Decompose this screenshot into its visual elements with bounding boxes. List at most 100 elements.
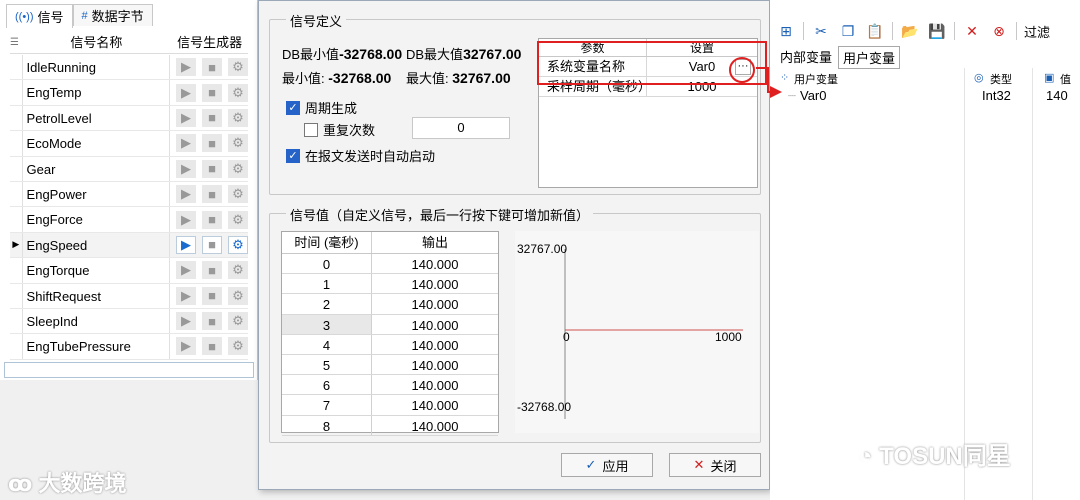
column-signal-name[interactable]: 信号名称 [22, 32, 172, 53]
output-cell[interactable]: 140.000 [372, 294, 498, 313]
add-variable-icon[interactable]: ⊞ [776, 21, 796, 41]
output-cell[interactable]: 140.000 [372, 395, 498, 414]
filter-label[interactable]: 过滤 [1024, 22, 1050, 41]
time-cell[interactable]: 8 [282, 415, 372, 435]
stop-icon[interactable]: ■ [202, 337, 222, 356]
stop-icon[interactable]: ■ [202, 134, 222, 153]
output-cell[interactable]: 140.000 [372, 274, 498, 293]
output-cell[interactable]: 140.000 [372, 355, 498, 374]
autostart-checkbox[interactable]: ✓ 在报文发送时自动启动 [286, 146, 435, 165]
copy-icon[interactable]: ❐ [838, 21, 858, 41]
gear-icon[interactable]: ⚙ [228, 210, 248, 229]
delete-icon[interactable]: ✕ [962, 21, 982, 41]
play-icon[interactable]: ▶ [176, 108, 196, 127]
close-button[interactable]: ✕ 关闭 [669, 453, 761, 477]
value-row[interactable]: 2 140.000 [282, 294, 498, 315]
stop-icon[interactable]: ■ [202, 210, 222, 229]
stop-icon[interactable]: ■ [202, 235, 222, 254]
gear-icon[interactable]: ⚙ [228, 312, 248, 331]
gear-icon[interactable]: ⚙ [228, 235, 248, 254]
gear-icon[interactable]: ⚙ [228, 58, 248, 77]
signal-row[interactable]: EngTorque ▶ ■ ⚙ [10, 258, 248, 284]
time-cell[interactable]: 1 [282, 274, 372, 294]
apply-button[interactable]: ✓ 应用 [561, 453, 653, 477]
value-row[interactable]: 6 140.000 [282, 375, 498, 396]
value-row[interactable]: 7 140.000 [282, 395, 498, 416]
signal-row[interactable]: EngForce ▶ ■ ⚙ [10, 207, 248, 233]
stop-icon[interactable]: ■ [202, 108, 222, 127]
horizontal-scrollbar[interactable] [4, 362, 254, 378]
value-row[interactable]: 1 140.000 [282, 274, 498, 295]
paste-icon[interactable]: 📋 [865, 21, 885, 41]
tab-signal[interactable]: ((•)) 信号 [6, 4, 73, 28]
export-icon[interactable]: 💾 [927, 21, 947, 41]
stop-icon[interactable]: ■ [202, 83, 222, 102]
gear-icon[interactable]: ⚙ [228, 261, 248, 280]
variable-row[interactable]: ┈ Var0 Int32 140 [778, 88, 1078, 106]
output-cell[interactable]: 140.000 [372, 335, 498, 354]
time-cell[interactable]: 3 [282, 314, 372, 334]
play-icon[interactable]: ▶ [176, 134, 196, 153]
column-generator[interactable]: 信号生成器 [171, 32, 248, 53]
signal-row[interactable]: EngTemp ▶ ■ ⚙ [10, 80, 248, 106]
tab-user-variables[interactable]: 用户变量 [838, 46, 901, 69]
gear-icon[interactable]: ⚙ [228, 286, 248, 305]
gear-icon[interactable]: ⚙ [228, 185, 248, 204]
value-row[interactable]: 4 140.000 [282, 334, 498, 355]
stop-icon[interactable]: ■ [202, 58, 222, 77]
import-icon[interactable]: 📂 [900, 21, 920, 41]
value-row[interactable]: 0 140.000 [282, 254, 498, 275]
signal-row[interactable]: EngPower ▶ ■ ⚙ [10, 181, 248, 208]
repeat-checkbox[interactable]: 重复次数 [304, 120, 375, 139]
gear-icon[interactable]: ⚙ [228, 337, 248, 356]
tab-data-bytes[interactable]: # 数据字节 [72, 4, 153, 26]
time-cell[interactable]: 4 [282, 334, 372, 354]
signal-row[interactable]: ShiftRequest ▶ ■ ⚙ [10, 283, 248, 309]
output-cell[interactable]: 140.000 [372, 254, 498, 273]
gear-icon[interactable]: ⚙ [228, 159, 248, 178]
time-cell[interactable]: 2 [282, 294, 372, 314]
play-icon[interactable]: ▶ [176, 210, 196, 229]
play-icon[interactable]: ▶ [176, 58, 196, 77]
play-icon[interactable]: ▶ [176, 159, 196, 178]
play-icon[interactable]: ▶ [176, 261, 196, 280]
play-icon[interactable]: ▶ [176, 185, 196, 204]
cut-icon[interactable]: ✂ [811, 21, 831, 41]
value-row[interactable]: 8 140.000 [282, 415, 498, 436]
gear-icon[interactable]: ⚙ [228, 108, 248, 127]
stop-icon[interactable]: ■ [202, 159, 222, 178]
value-row[interactable]: 3 140.000 [282, 314, 498, 335]
output-cell[interactable]: 140.000 [372, 375, 498, 394]
play-icon[interactable]: ▶ [176, 337, 196, 356]
output-cell[interactable]: 140.000 [372, 416, 498, 435]
signal-row[interactable]: SleepInd ▶ ■ ⚙ [10, 308, 248, 335]
signal-row[interactable]: IdleRunning ▶ ■ ⚙ [10, 55, 248, 81]
stop-icon[interactable]: ■ [202, 286, 222, 305]
signal-row[interactable]: PetrolLevel ▶ ■ ⚙ [10, 105, 248, 132]
column-menu-icon[interactable]: ☰ [10, 32, 22, 53]
signal-row[interactable]: EcoMode ▶ ■ ⚙ [10, 131, 248, 157]
signal-row[interactable]: EngTubePressure ▶ ■ ⚙ [10, 334, 248, 360]
repeat-count-input[interactable]: 0 [412, 117, 510, 139]
signal-row[interactable]: Gear ▶ ■ ⚙ [10, 156, 248, 182]
time-cell[interactable]: 5 [282, 354, 372, 375]
value-row[interactable]: 5 140.000 [282, 354, 498, 376]
stop-icon[interactable]: ■ [202, 261, 222, 280]
stop-icon[interactable]: ■ [202, 185, 222, 204]
signal-row[interactable]: ▶ EngSpeed ▶ ■ ⚙ [10, 232, 248, 259]
variable-value: 140 [1046, 88, 1068, 103]
time-cell[interactable]: 7 [282, 395, 372, 415]
play-icon[interactable]: ▶ [176, 83, 196, 102]
output-cell[interactable]: 140.000 [372, 315, 498, 334]
play-icon[interactable]: ▶ [176, 312, 196, 331]
time-cell[interactable]: 6 [282, 375, 372, 395]
time-cell[interactable]: 0 [282, 254, 372, 274]
play-icon[interactable]: ▶ [176, 286, 196, 305]
tab-internal-variables[interactable]: 内部变量 [776, 46, 836, 69]
stop-icon[interactable]: ■ [202, 312, 222, 331]
gear-icon[interactable]: ⚙ [228, 134, 248, 153]
clear-icon[interactable]: ⊗ [989, 21, 1009, 41]
play-icon[interactable]: ▶ [176, 235, 196, 254]
gear-icon[interactable]: ⚙ [228, 83, 248, 102]
periodic-checkbox[interactable]: ✓ 周期生成 [286, 98, 357, 117]
